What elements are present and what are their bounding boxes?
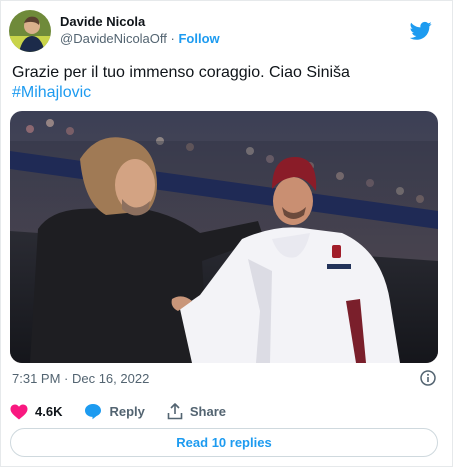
handle-line: @DavideNicolaOff · Follow [60,30,220,47]
like-count: 4.6K [35,404,63,419]
share-upload-icon [167,403,183,420]
share-button[interactable]: Share [167,403,226,420]
author-name[interactable]: Davide Nicola [60,13,220,30]
tweet-header: Davide Nicola @DavideNicolaOff · Follow [9,9,442,53]
author-handle[interactable]: @DavideNicolaOff [60,31,167,46]
share-label: Share [189,404,227,419]
user-info: Davide Nicola @DavideNicolaOff · Follow [60,13,220,47]
tweet-card: Davide Nicola @DavideNicolaOff · Follow … [0,0,453,467]
twitter-bird-icon[interactable] [409,21,432,41]
tweet-body: Grazie per il tuo immenso coraggio. Ciao… [12,64,350,81]
heart-icon [10,404,28,419]
follow-button[interactable]: Follow [178,31,219,46]
hashtag-link[interactable]: #Mihajlovic [12,83,432,103]
tweet-photo[interactable] [10,111,438,363]
reply-label: Reply [109,404,145,419]
tweet-timestamp[interactable]: 7:31 PM · Dec 16, 2022 [12,371,149,386]
speech-bubble-icon [85,404,102,420]
read-replies-button[interactable]: Read 10 replies [10,428,438,457]
info-icon[interactable] [420,370,436,386]
reply-button[interactable]: Reply [84,403,145,420]
like-button[interactable]: 4.6K [10,404,62,420]
tweet-actions: 4.6K Reply Share [10,403,248,420]
tweet-text: Grazie per il tuo immenso coraggio. Ciao… [12,63,432,103]
avatar[interactable] [9,10,51,52]
separator-dot: · [170,31,175,46]
